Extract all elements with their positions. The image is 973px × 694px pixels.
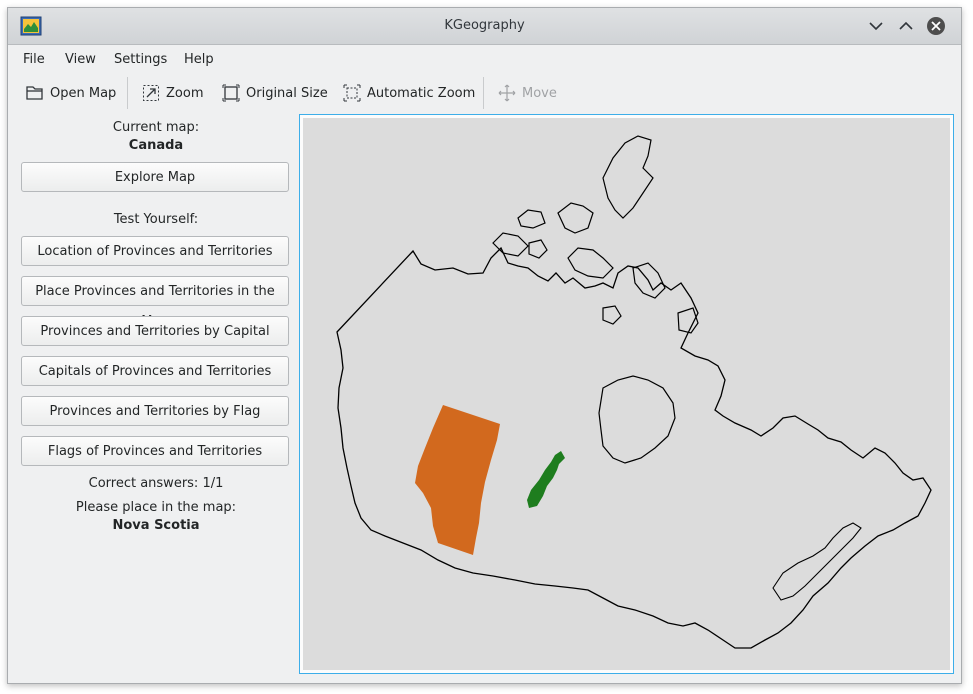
hudson-bay [598,375,676,464]
by-capital-quiz-button[interactable]: Provinces and Territories by Capital [21,316,289,346]
automatic-zoom-button[interactable]: Automatic Zoom [343,77,475,109]
province-nova-scotia[interactable] [527,451,565,508]
zoom-icon [143,85,159,101]
window-title: KGeography [444,18,525,33]
flags-quiz-button[interactable]: Flags of Provinces and Territories [21,436,289,466]
map-canvas[interactable] [303,118,950,670]
map-view[interactable] [299,114,954,674]
move-label: Move [522,85,557,101]
automatic-zoom-label: Automatic Zoom [367,85,476,101]
capitals-quiz-button[interactable]: Capitals of Provinces and Territories [21,356,289,386]
open-map-label: Open Map [50,85,117,101]
original-size-label: Original Size [246,85,328,101]
location-quiz-button[interactable]: Location of Provinces and Territories [21,236,289,266]
correct-answers-label: Correct answers: 1/1 [88,476,224,491]
menu-help[interactable]: Help [184,52,214,67]
canada-map[interactable] [303,118,950,670]
province-alberta [415,405,500,555]
close-icon[interactable] [926,16,946,36]
by-flag-quiz-button[interactable]: Provinces and Territories by Flag [21,396,289,426]
zoom-button[interactable]: Zoom [142,77,203,109]
maximize-icon[interactable] [896,16,916,36]
move-icon [498,84,516,102]
test-yourself-label: Test Yourself: [113,212,199,227]
arctic-islands [492,135,699,334]
menu-view[interactable]: View [65,52,96,67]
menu-bar: File View Settings Help [8,45,961,73]
menu-settings[interactable]: Settings [114,52,167,67]
toolbar-separator [127,77,128,109]
original-size-icon [222,84,240,102]
current-map-label: Current map: [112,120,200,135]
original-size-button[interactable]: Original Size [222,77,328,109]
place-in-map-quiz-button[interactable]: Place Provinces and Territories in the M… [21,276,289,329]
folder-open-icon [26,86,43,100]
minimize-icon[interactable] [866,16,886,36]
title-bar[interactable]: KGeography [8,8,961,45]
target-region-name: Nova Scotia [112,518,200,533]
automatic-zoom-icon [343,84,361,102]
menu-file[interactable]: File [23,52,45,67]
current-map-name: Canada [128,138,184,153]
toolbar-separator [483,77,484,109]
app-window: KGeography File View Settings Help Open … [7,7,962,684]
open-map-button[interactable]: Open Map [26,77,116,109]
main-toolbar: Open Map Zoom Original Size Automatic Zo… [8,73,961,113]
place-prompt-label: Please place in the map: [75,500,237,515]
move-button[interactable]: Move [498,77,557,109]
zoom-label: Zoom [166,85,204,101]
explore-map-button[interactable]: Explore Map [21,162,289,192]
